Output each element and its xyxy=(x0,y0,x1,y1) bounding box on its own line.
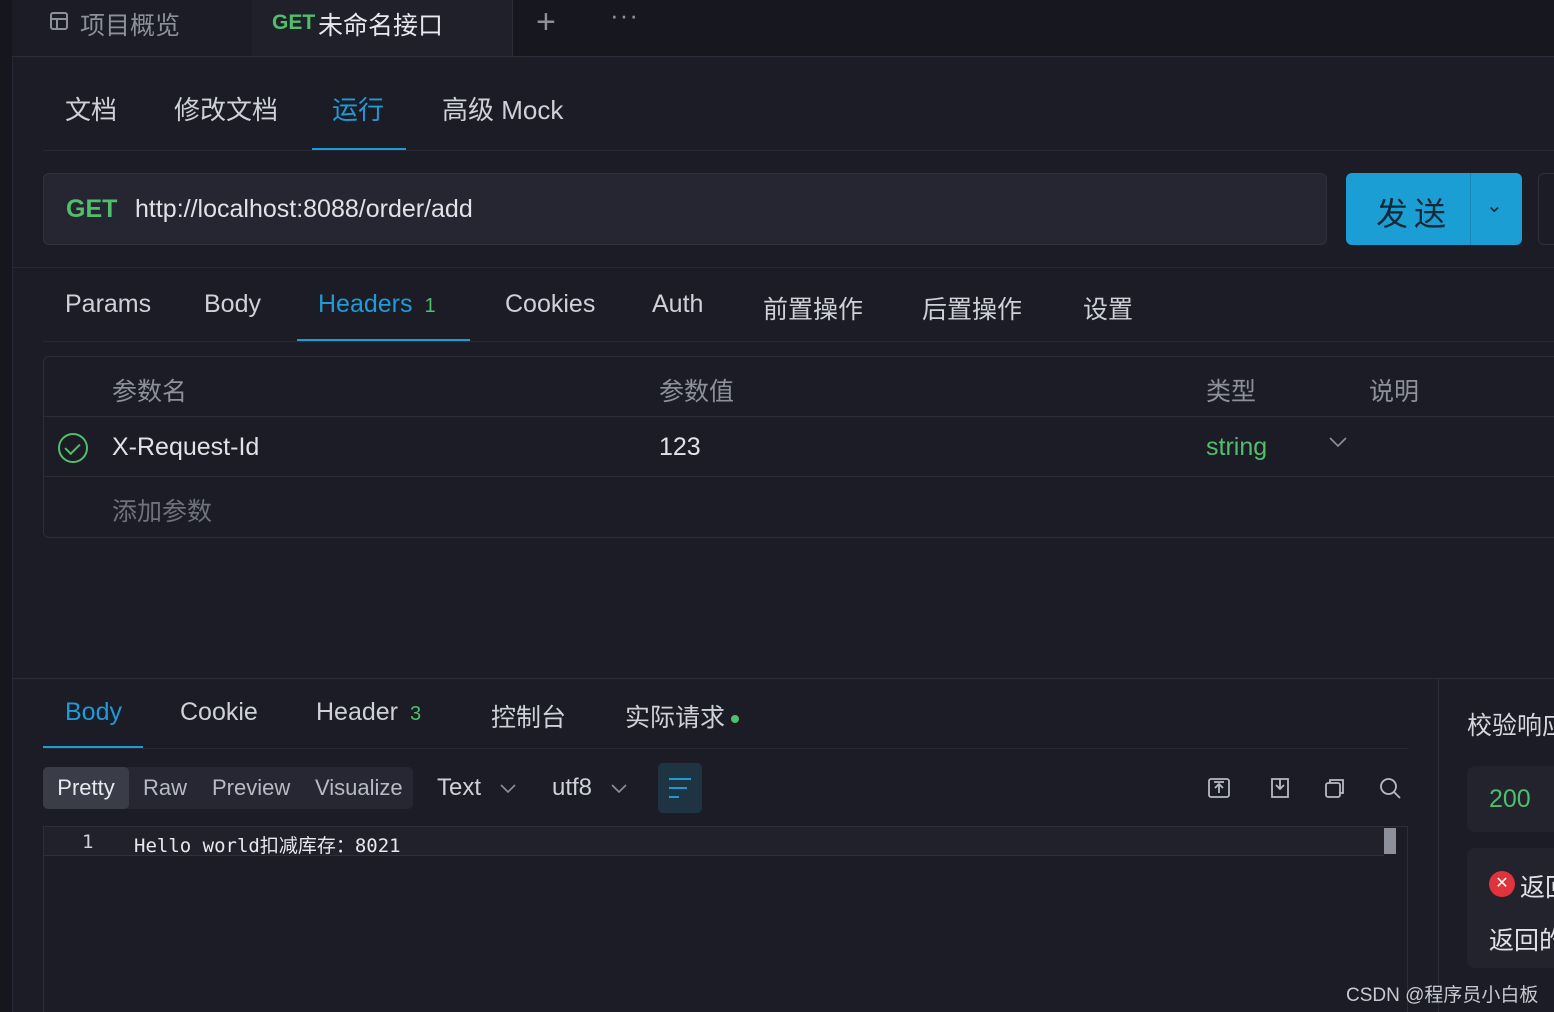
subtab-advanced-mock[interactable]: 高级 Mock xyxy=(442,90,563,127)
subtab-run[interactable]: 运行 xyxy=(332,90,384,127)
validation-title: 校验响应 xyxy=(1467,712,1554,740)
tab-auth[interactable]: Auth xyxy=(652,290,703,319)
response-tab-actual-label: 实际请求 xyxy=(625,704,726,732)
headers-count-badge: 1 xyxy=(424,295,436,317)
divider xyxy=(43,150,1554,151)
status-code-value: 200 xyxy=(1489,785,1531,813)
divider xyxy=(1438,679,1439,1012)
copy-icon[interactable] xyxy=(1323,776,1347,800)
column-header-type: 类型 xyxy=(1206,378,1257,406)
header-name-cell[interactable]: X-Request-Id xyxy=(112,433,259,462)
tab-unnamed-api[interactable]: GET 未命名接口 xyxy=(252,0,513,56)
url-input[interactable]: http://localhost:8088/order/add xyxy=(135,195,473,224)
watermark: CSDN @程序员小白板 xyxy=(1346,985,1539,1006)
tab-headers[interactable]: Headers 1 xyxy=(318,290,436,319)
tab-project-overview[interactable]: 项目概览 xyxy=(12,0,253,56)
divider xyxy=(1470,173,1471,245)
view-visualize-button[interactable]: Visualize xyxy=(315,767,403,809)
response-tab-header[interactable]: Header 3 xyxy=(316,698,421,727)
word-wrap-button[interactable] xyxy=(658,763,702,813)
column-header-value: 参数值 xyxy=(659,378,735,406)
search-icon[interactable] xyxy=(1378,776,1402,800)
more-icon[interactable]: ··· xyxy=(610,0,639,31)
divider xyxy=(44,416,1554,417)
response-body-text[interactable]: Hello world扣减库存：8021 xyxy=(134,831,401,858)
response-tab-console[interactable]: 控制台 xyxy=(491,698,566,734)
tab-api-method: GET xyxy=(272,11,316,34)
response-tab-body[interactable]: Body xyxy=(65,698,122,727)
chevron-down-icon xyxy=(610,779,628,799)
export-icon[interactable] xyxy=(1207,776,1231,800)
send-button[interactable]: 发送 ⌄ xyxy=(1346,173,1522,245)
header-value-cell[interactable]: 123 xyxy=(659,433,701,462)
tab-overview-label: 项目概览 xyxy=(80,12,181,40)
header-count-badge: 3 xyxy=(410,703,422,725)
subtab-docs[interactable]: 文档 xyxy=(65,90,117,127)
encoding-value: utf8 xyxy=(552,774,593,801)
tab-body[interactable]: Body xyxy=(204,290,261,319)
chevron-down-icon[interactable]: ⌄ xyxy=(1486,193,1503,218)
divider xyxy=(43,748,1408,749)
overview-icon xyxy=(50,12,68,30)
response-tab-actual-request[interactable]: 实际请求 xyxy=(625,698,740,734)
divider xyxy=(43,341,1554,342)
view-preview-button[interactable]: Preview xyxy=(212,767,290,809)
format-value: Text xyxy=(437,774,482,801)
format-select[interactable]: Text xyxy=(437,774,517,802)
subtab-edit-docs[interactable]: 修改文档 xyxy=(174,90,278,127)
tab-pre-operations[interactable]: 前置操作 xyxy=(763,290,863,326)
response-tab-cookie[interactable]: Cookie xyxy=(180,698,258,727)
chevron-down-icon[interactable] xyxy=(1328,432,1348,455)
add-param-input[interactable]: 添加参数 xyxy=(112,492,212,528)
tab-settings[interactable]: 设置 xyxy=(1083,290,1133,326)
view-raw-button[interactable]: Raw xyxy=(143,767,187,809)
send-button-label: 发送 xyxy=(1376,196,1453,232)
add-tab-icon[interactable]: + xyxy=(536,2,556,42)
view-mode-segmented: Pretty Raw Preview Visualize xyxy=(43,767,413,809)
tab-post-operations[interactable]: 后置操作 xyxy=(922,290,1022,326)
download-icon[interactable] xyxy=(1268,776,1292,800)
column-header-description: 说明 xyxy=(1369,378,1420,406)
tab-cookies[interactable]: Cookies xyxy=(505,290,595,319)
response-tab-header-label: Header xyxy=(316,698,398,726)
validation-error-title: 返回 xyxy=(1520,874,1554,902)
tab-api-name: 未命名接口 xyxy=(318,12,444,40)
check-circle-icon[interactable] xyxy=(58,433,88,463)
tab-params[interactable]: Params xyxy=(65,290,151,319)
line-number: 1 xyxy=(82,831,94,853)
divider xyxy=(12,267,1554,268)
method-selector[interactable]: GET xyxy=(66,195,117,224)
validation-error-description: 返回的 xyxy=(1489,927,1554,955)
header-type-select[interactable]: string xyxy=(1206,433,1267,462)
chevron-down-icon xyxy=(499,779,517,799)
save-button[interactable] xyxy=(1538,173,1554,245)
divider xyxy=(44,476,1554,477)
column-header-name: 参数名 xyxy=(112,378,188,406)
wrap-icon xyxy=(669,778,691,780)
view-pretty-button[interactable]: Pretty xyxy=(43,767,129,809)
encoding-select[interactable]: utf8 xyxy=(552,774,628,802)
left-sidebar-strip xyxy=(0,0,13,1012)
scrollbar[interactable] xyxy=(1384,828,1396,854)
tab-headers-label: Headers xyxy=(318,290,413,318)
divider xyxy=(12,678,1554,679)
error-icon: ✕ xyxy=(1489,871,1515,897)
status-dot-icon xyxy=(731,715,740,724)
